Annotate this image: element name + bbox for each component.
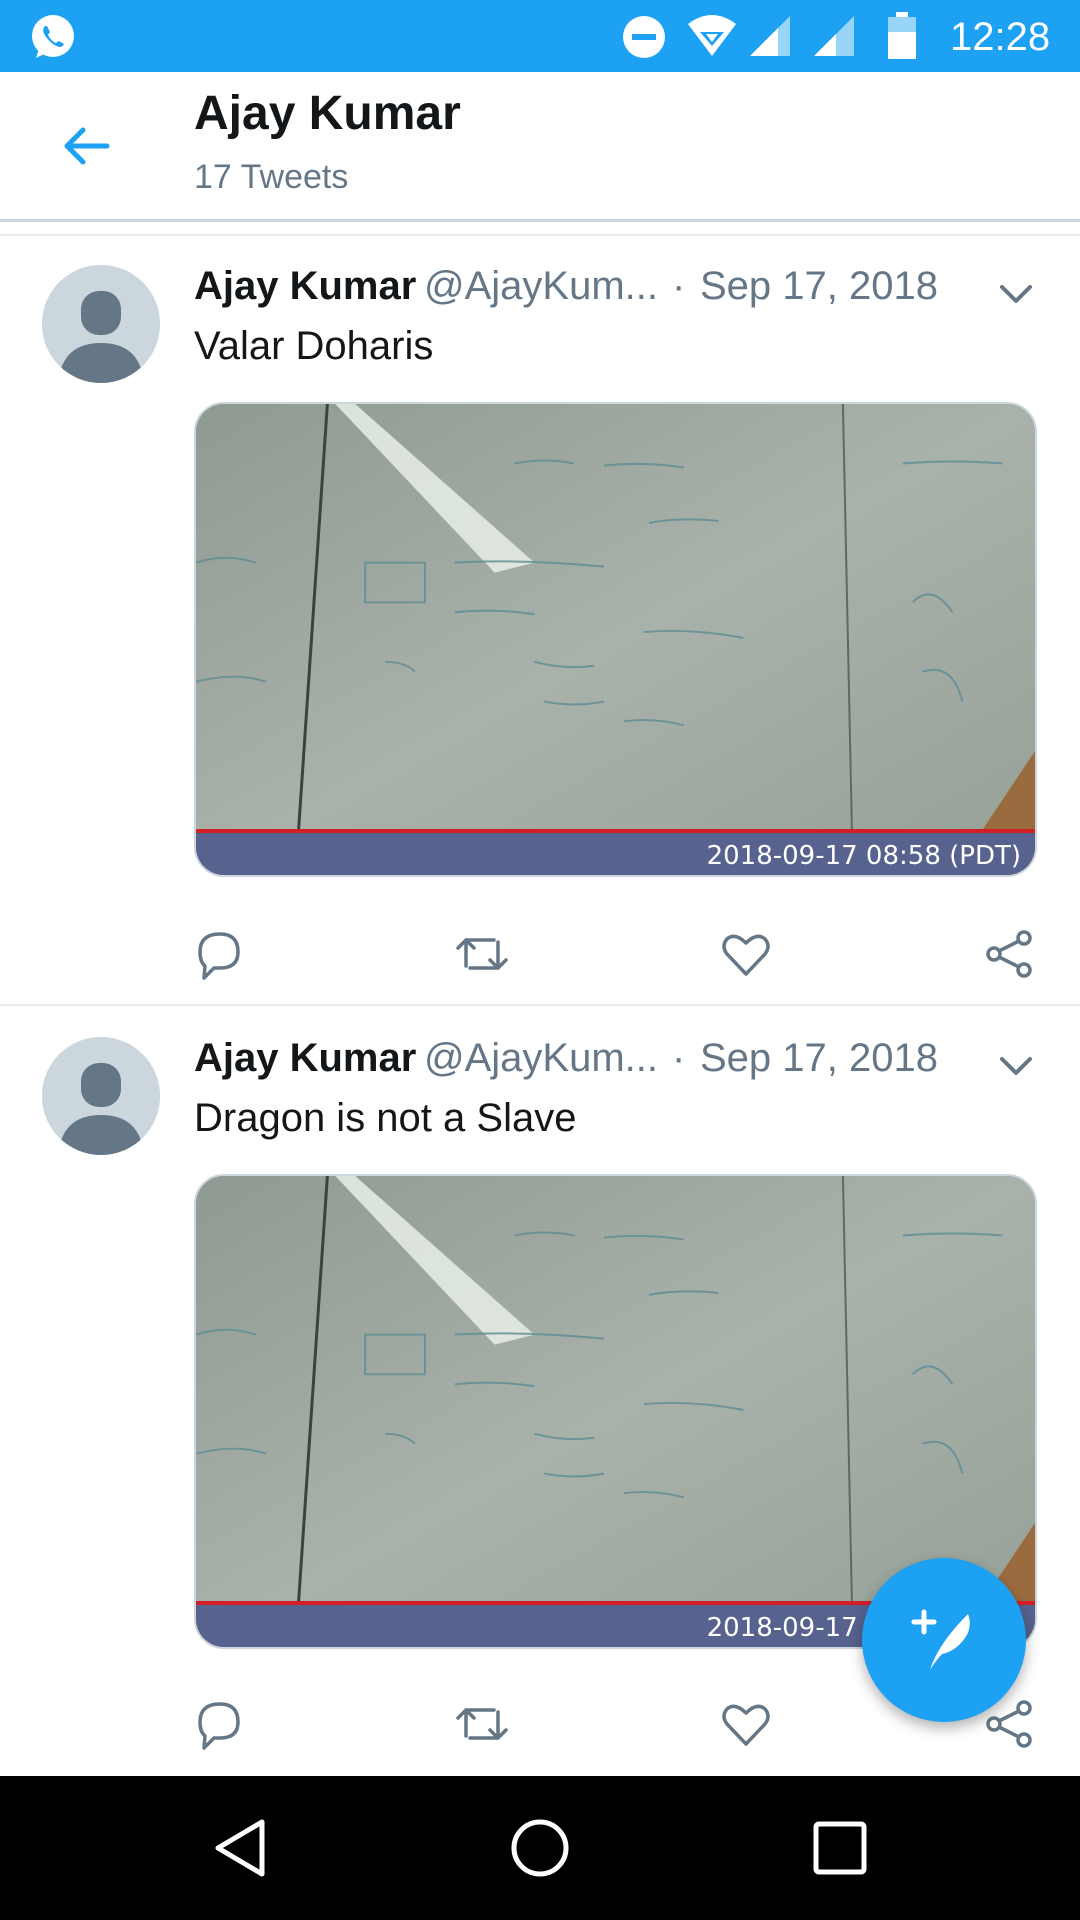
do-not-disturb-icon [623,16,665,58]
tweet-author-handle[interactable]: @AjayKum... [424,1036,658,1081]
like-icon[interactable] [718,926,774,982]
avatar[interactable] [42,1037,160,1155]
tweet-count: 17 Tweets [194,158,349,196]
page-title: Ajay Kumar [194,87,461,140]
tweet-text: Dragon is not a Slave [194,1096,577,1140]
tweet-author-name[interactable]: Ajay Kumar [194,1036,416,1081]
signal-icon [814,16,854,56]
nav-home-icon[interactable] [508,1816,572,1880]
wifi-icon [688,15,736,56]
tweet-separator: · [672,264,686,308]
tweet-author-name[interactable]: Ajay Kumar [194,264,416,309]
status-bar: 12:28 [0,0,1080,72]
like-icon[interactable] [718,1696,774,1752]
tweet-separator: · [672,1036,686,1080]
battery-icon [888,12,916,59]
tweet-date[interactable]: Sep 17, 2018 [700,264,938,309]
whatsapp-icon [32,15,74,58]
tweet-media[interactable]: 2018-09-17 08:58 (PDT) [194,402,1037,877]
reply-icon[interactable] [190,926,246,982]
signal-icon [750,16,790,56]
avatar[interactable] [42,265,160,383]
reply-icon[interactable] [190,1696,246,1752]
tweet-text: Valar Doharis [194,324,434,368]
media-timestamp: 2018-09-17 08:58 (PDT) [706,841,1021,871]
nav-back-icon[interactable] [208,1816,272,1880]
header-divider [0,222,1080,236]
whiteboard-photo [196,404,1035,875]
retweet-icon[interactable] [454,1696,510,1752]
share-icon[interactable] [982,926,1038,982]
chevron-down-icon[interactable] [996,274,1036,314]
system-nav-bar [0,1776,1080,1920]
compose-tweet-icon [911,1609,970,1670]
tweet-date[interactable]: Sep 17, 2018 [700,1036,938,1081]
nav-recents-icon[interactable] [808,1816,872,1880]
default-avatar-icon [42,265,160,383]
retweet-icon[interactable] [454,926,510,982]
status-time: 12:28 [950,15,1051,59]
compose-tweet-button[interactable] [862,1558,1026,1722]
profile-header: Ajay Kumar 17 Tweets [0,72,1080,222]
arrow-left-icon [64,127,110,165]
chevron-down-icon[interactable] [996,1046,1036,1086]
default-avatar-icon [42,1037,160,1155]
back-button[interactable] [50,116,122,176]
tweet-card[interactable]: Ajay Kumar @AjayKum... · Sep 17, 2018 Va… [0,240,1080,1006]
tweet-author-handle[interactable]: @AjayKum... [424,264,658,309]
